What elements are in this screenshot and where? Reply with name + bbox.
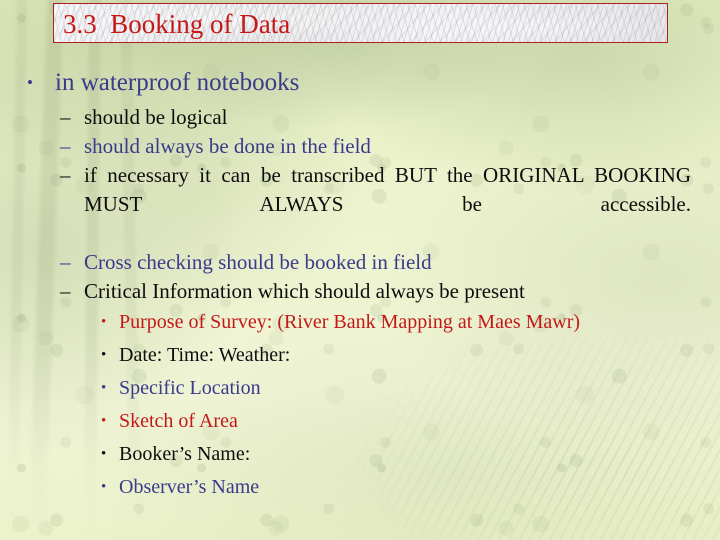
dash-bullet-icon: – — [60, 105, 71, 129]
outline-item-level-2: – should be logical — [0, 103, 720, 132]
dash-bullet-icon: – — [60, 134, 71, 158]
outline-item-text: Sketch of Area — [119, 410, 238, 432]
outline-item-text: if necessary it can be transcribed BUT t… — [84, 163, 691, 216]
dot-bullet-icon: • — [101, 413, 107, 429]
outline-item-level-1: • in waterproof notebooks — [0, 66, 720, 100]
dot-bullet-icon: • — [101, 347, 107, 363]
outline-item-level-3: • Sketch of Area — [0, 405, 720, 438]
dot-bullet-icon: • — [101, 314, 107, 330]
outline-item-text: Purpose of Survey: (River Bank Mapping a… — [119, 311, 581, 333]
outline-item-text: Booker’s Name: — [119, 443, 251, 465]
outline-item-level-2: – if necessary it can be transcribed BUT … — [0, 161, 720, 248]
outline-item-level-3: • Observer’s Name — [0, 471, 720, 504]
slide-body: • in waterproof notebooks – should be logic… — [0, 66, 720, 504]
outline-item-text: Date: Time: Weather: — [119, 344, 291, 366]
outline-item-level-2: – Critical Information which should alway… — [0, 277, 720, 306]
outline-item-level-3: • Purpose of Survey: (River Bank Mapping … — [0, 306, 720, 339]
outline-item-text: should always be done in the field — [84, 134, 371, 158]
outline-item-text: Observer’s Name — [119, 476, 260, 498]
outline-item-level-2: – Cross checking should be booked in fiel… — [0, 248, 720, 277]
slide-title-box: 3.3 Booking of Data — [53, 3, 668, 43]
outline-item-text: Critical Information which should always… — [84, 279, 525, 303]
dash-bullet-icon: – — [60, 279, 71, 303]
outline-item-level-3: • Booker’s Name: — [0, 438, 720, 471]
dot-bullet-icon: • — [101, 446, 107, 462]
slide: 3.3 Booking of Data • in waterproof noteb… — [0, 0, 720, 540]
outline-item-text: Specific Location — [119, 377, 261, 399]
outline-item-text: Cross checking should be booked in field — [84, 250, 432, 274]
dot-bullet-icon: • — [101, 479, 107, 495]
dash-bullet-icon: – — [60, 163, 71, 187]
outline-item-text: in waterproof notebooks — [55, 69, 300, 96]
slide-title: 3.3 Booking of Data — [63, 9, 291, 39]
outline-item-level-2: – should always be done in the field — [0, 132, 720, 161]
dot-bullet-icon: • — [27, 73, 33, 92]
outline-item-level-3: • Specific Location — [0, 372, 720, 405]
dot-bullet-icon: • — [101, 380, 107, 396]
dash-bullet-icon: – — [60, 250, 71, 274]
outline-item-level-3: • Date: Time: Weather: — [0, 339, 720, 372]
outline-item-text: should be logical — [84, 105, 228, 129]
